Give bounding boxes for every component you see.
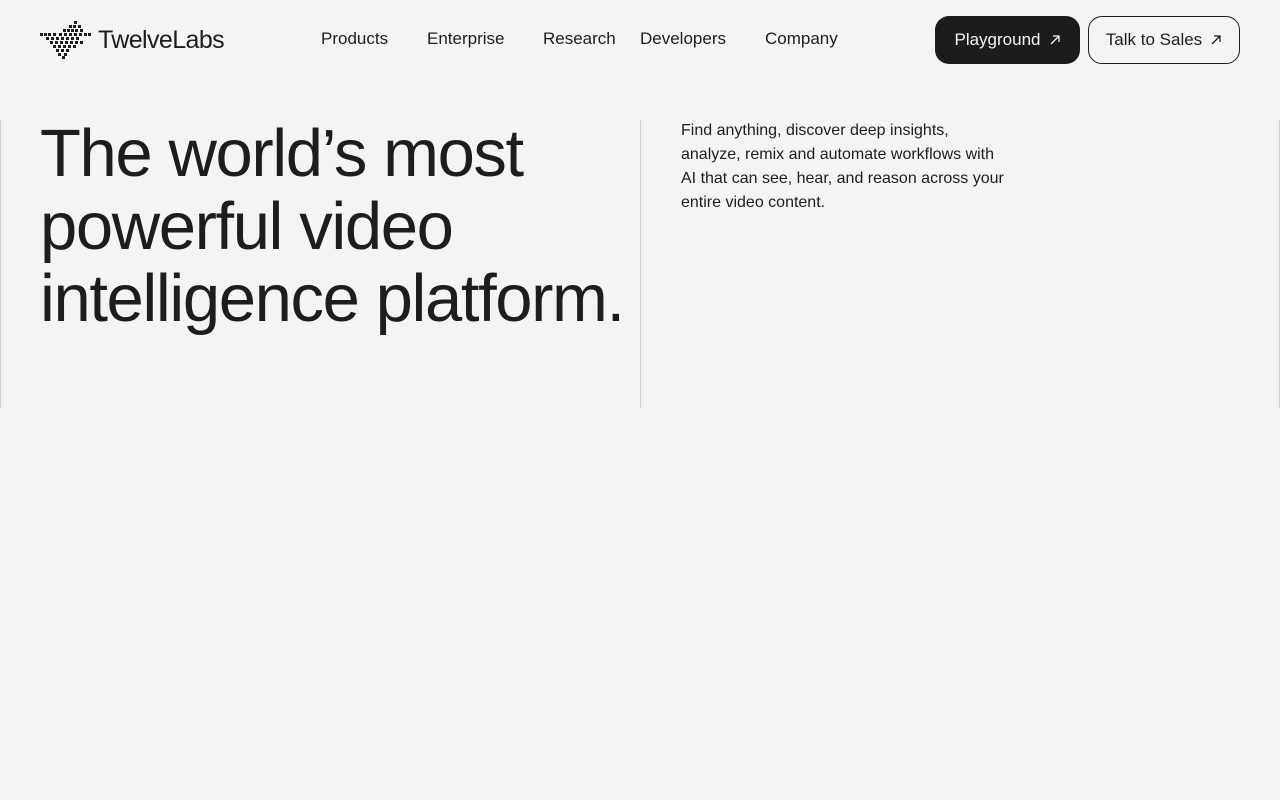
hero-title: The world’s most powerful video intellig…: [40, 116, 625, 336]
nav-item-enterprise[interactable]: Enterprise: [427, 28, 504, 50]
nav-item-company[interactable]: Company: [765, 28, 838, 50]
hero-description: Find anything, discover deep insights, a…: [681, 122, 1004, 211]
talk-to-sales-label: Talk to Sales: [1105, 30, 1203, 49]
pixel-lizard-icon: [40, 21, 91, 59]
arrow-up-right-icon: [1211, 35, 1221, 45]
arrow-up-right-icon: [1050, 35, 1060, 45]
playground-button-label: Playground: [954, 30, 1041, 49]
logo-link[interactable]: TwelveLabs: [40, 21, 225, 59]
brand-name: TwelveLabs: [98, 26, 225, 54]
nav-item-products[interactable]: Products: [321, 28, 388, 50]
site-header: TwelveLabs Products Enterprise Research …: [0, 0, 1280, 80]
nav-item-developers[interactable]: Developers: [640, 28, 726, 50]
divider-left: [0, 120, 1, 408]
nav-item-research[interactable]: Research: [543, 28, 616, 50]
divider-center: [640, 120, 641, 408]
talk-to-sales-button[interactable]: Talk to Sales: [1088, 16, 1240, 64]
playground-button[interactable]: Playground: [935, 16, 1080, 64]
